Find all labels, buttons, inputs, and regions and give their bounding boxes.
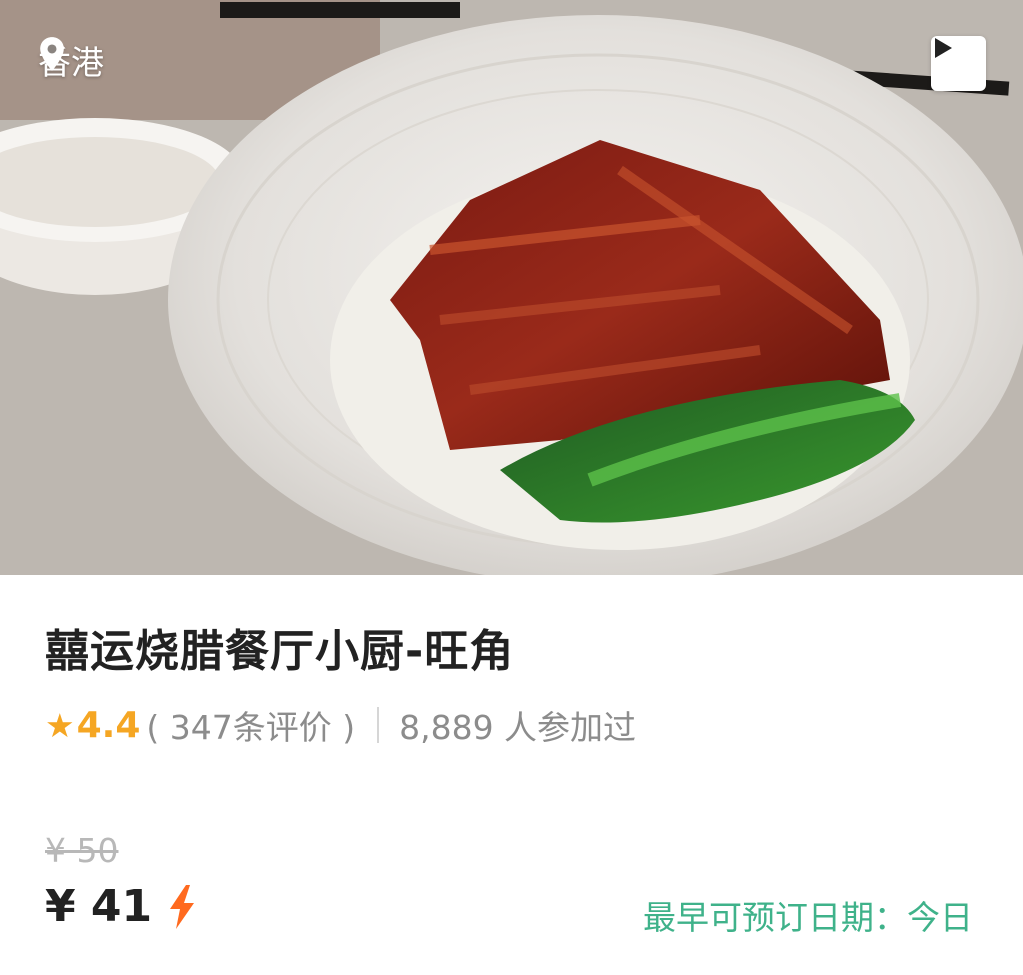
location-label[interactable]: 香港 [38, 36, 104, 84]
play-video-button[interactable] [931, 36, 986, 91]
restaurant-name: 囍运烧腊餐厅小厨-旺角 [45, 626, 515, 677]
restaurant-info[interactable]: 囍运烧腊餐厅小厨-旺角 ★ 4.4 ( 347条评价 ) 8,889 人参加过 … [0, 575, 1023, 975]
food-photo [0, 0, 1023, 575]
play-icon [935, 38, 952, 58]
review-count[interactable]: ( 347条评价 ) [146, 701, 355, 749]
lightning-icon [170, 884, 195, 929]
rating-row: ★ 4.4 ( 347条评价 ) 8,889 人参加过 [45, 701, 636, 749]
location-pin-icon [40, 37, 64, 71]
rating-value: 4.4 [76, 704, 141, 746]
divider [377, 707, 380, 743]
hero-image[interactable]: 香港 [0, 0, 1023, 575]
price-row: ¥ 41 [45, 881, 196, 932]
original-price: ¥ 50 [45, 831, 119, 870]
current-price: ¥ 41 [45, 881, 153, 932]
earliest-booking-date: 最早可预订日期：今日 [643, 898, 973, 937]
participant-count: 8,889 人参加过 [399, 708, 637, 747]
star-icon: ★ [45, 705, 75, 745]
